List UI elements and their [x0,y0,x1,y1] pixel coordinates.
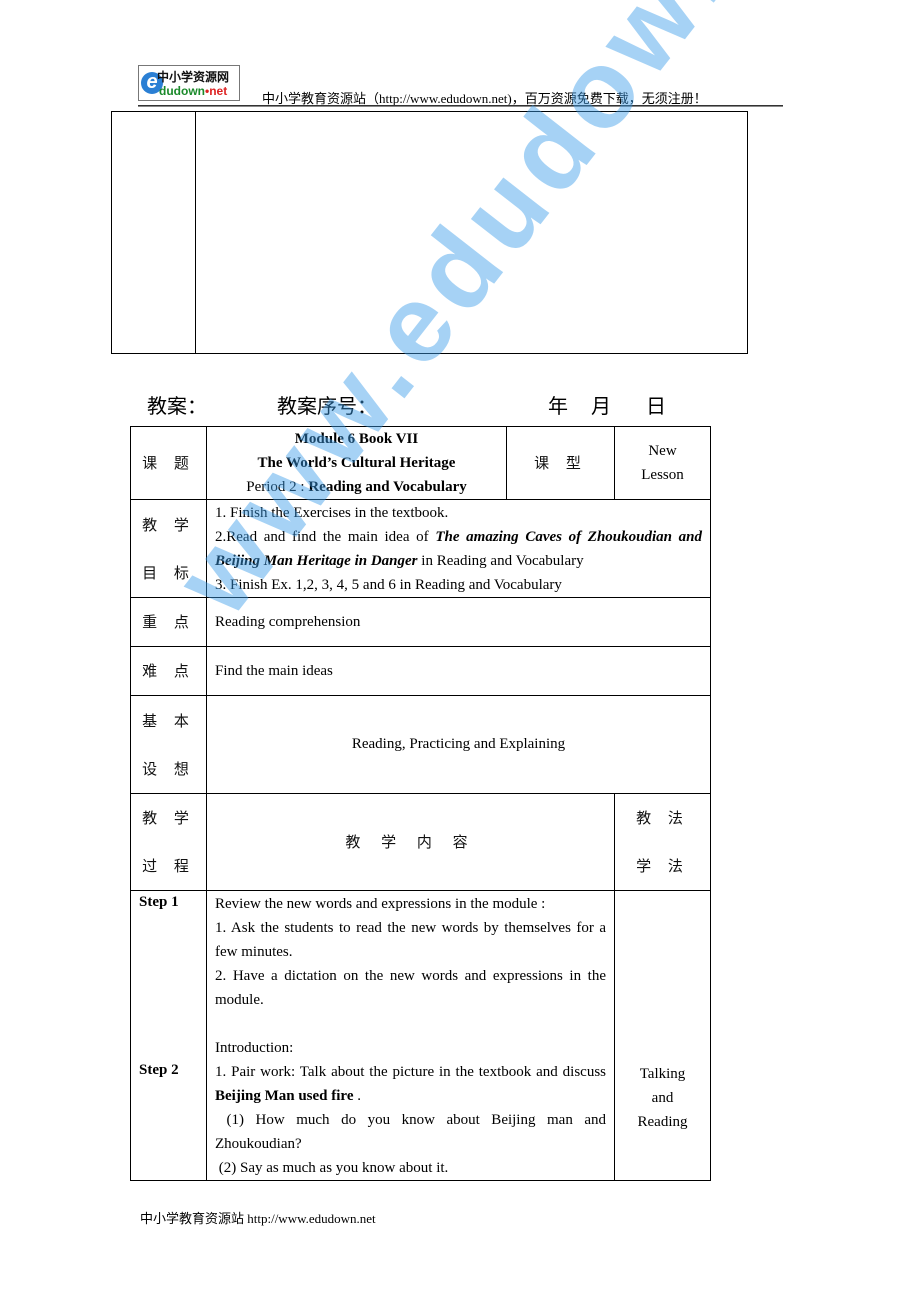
difficulties-row: 难 点 Find the main ideas [130,646,711,696]
topic-row: 课 题 Module 6 Book VII The World’s Cultur… [130,426,711,500]
objective-2-suffix: in Reading and Vocabulary [417,552,584,569]
topic-label: 课 题 [130,426,207,500]
topic-period-title: Reading and Vocabulary [308,479,467,495]
difficulties-label: 难 点 [130,646,207,696]
objective-2-prefix: 2.Read and find the main idea of [215,528,436,545]
lesson-plan-label: 教案： [147,394,207,418]
objective-3: 3. Finish Ex. 1,2, 3, 4, 5 and 6 in Read… [215,576,562,593]
objectives-row: 教 学 目 标 1. Finish the Exercises in the t… [130,499,711,598]
blank-table [111,111,748,354]
method-header-1: 教 法 [636,809,689,827]
steps-content: Review the new words and expressions in … [206,890,615,1181]
topic-period: Period 2 : [246,479,309,495]
step-labels: Step 1 Step 2 [130,890,207,1181]
step-2-question-1: (1) How much do you know about Beijing m… [215,1112,610,1152]
basic-idea-label-2: 设 想 [142,759,195,778]
site-logo: e 中小学资源网 dudown•net [138,65,240,101]
process-label-2: 过 程 [142,857,195,875]
topic-line-1: Module 6 Book VII [294,431,419,447]
year-label: 年 [548,394,568,418]
month-label: 月 [591,394,611,418]
process-label: 教 学 过 程 [130,793,207,891]
lesson-type-value: New Lesson [614,426,711,500]
method-header: 教 法 学 法 [614,793,711,891]
step-2-method-1: Talking [639,1066,686,1082]
lesson-type-line-2: Lesson [641,467,684,483]
step-2-method-2: and [651,1090,674,1106]
logo-cn-text: 中小学资源网 [157,70,230,84]
key-points-row: 重 点 Reading comprehension [130,597,711,647]
step-1-label: Step 1 [139,894,179,910]
step-2-item-1-bold: Beijing Man used fire [215,1088,354,1104]
objectives-label: 教 学 目 标 [130,499,207,598]
process-label-1: 教 学 [142,809,195,827]
step-1-line-3: 2. Have a dictation on the new words and… [215,968,606,1008]
logo-en-text: dudown•net [159,84,227,98]
objectives-label-1: 教 学 [142,515,195,534]
step-2-item-1-prefix: 1. Pair work: Talk about the picture in … [215,1064,606,1080]
content-header: 教 学 内 容 [206,793,615,891]
lesson-plan-table: 课 题 Module 6 Book VII The World’s Cultur… [130,426,711,1181]
step-2-method: Talking and Reading [615,1062,710,1134]
step-2-label: Step 2 [139,1062,179,1078]
topic-line-3: Period 2 : Reading and Vocabulary [207,475,506,499]
topic-value: Module 6 Book VII The World’s Cultural H… [206,426,507,500]
key-points-value: Reading comprehension [206,597,711,647]
basic-idea-row: 基 本 设 想 Reading, Practicing and Explaini… [130,695,711,794]
objective-2: 2.Read and find the main idea of The ama… [215,525,702,573]
step-2-item-1: 1. Pair work: Talk about the picture in … [215,1060,606,1108]
difficulties-value: Find the main ideas [206,646,711,696]
objectives-label-2: 目 标 [142,563,195,582]
objectives-content: 1. Finish the Exercises in the textbook.… [206,499,711,598]
key-points-label: 重 点 [130,597,207,647]
method-header-2: 学 法 [636,857,689,875]
header-divider [138,105,783,107]
logo-en-suffix: net [209,84,228,98]
footer-text: 中小学教育资源站 http://www.edudown.net [140,1211,376,1226]
topic-line-2: The World’s Cultural Heritage [257,455,456,471]
steps-method: Talking and Reading [614,890,711,1181]
lesson-type-label: 课 型 [506,426,615,500]
step-2-item-1-suffix: . [353,1088,361,1104]
steps-row: Step 1 Step 2 Review the new words and e… [130,890,711,1181]
basic-idea-label: 基 本 设 想 [130,695,207,794]
blank-table-divider [195,112,196,353]
step-2-question-2: (2) Say as much as you know about it. [215,1160,449,1176]
step-1-line-2: 1. Ask the students to read the new word… [215,920,606,960]
lesson-number-label: 教案序号： [277,394,377,418]
logo-en-prefix: dudown [159,84,205,98]
basic-idea-label-1: 基 本 [142,711,195,730]
step-2-intro: Introduction: [215,1040,294,1056]
lesson-type-line-1: New [648,443,677,459]
process-header-row: 教 学 过 程 教 学 内 容 教 法 学 法 [130,793,711,891]
basic-idea-value: Reading, Practicing and Explaining [206,695,711,794]
objective-1: 1. Finish the Exercises in the textbook. [215,504,449,521]
step-1-line-1: Review the new words and expressions in … [215,896,546,912]
step-2-method-3: Reading [637,1114,688,1130]
day-label: 日 [646,394,666,418]
